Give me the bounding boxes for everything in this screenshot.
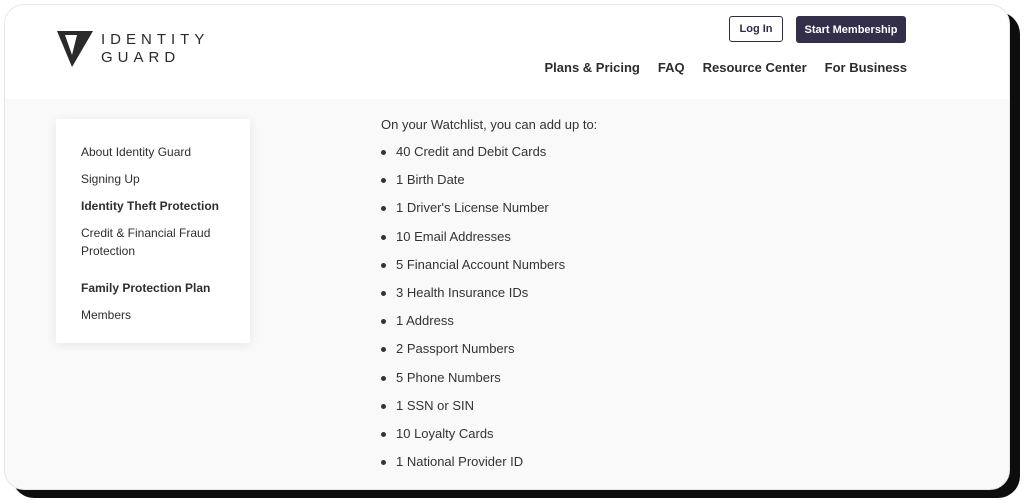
- main-content: On your Watchlist, you can add up to: 40…: [381, 117, 597, 482]
- list-item: 3 Health Insurance IDs: [381, 285, 597, 313]
- list-item: 1 Driver's License Number: [381, 200, 597, 228]
- list-item: 10 Email Addresses: [381, 229, 597, 257]
- list-item: 1 Address: [381, 313, 597, 341]
- sidebar-item-members[interactable]: Members: [81, 306, 131, 324]
- logo-text-identity: IDENTITY: [101, 31, 210, 48]
- list-item: 1 National Provider ID: [381, 454, 597, 482]
- list-item: 5 Phone Numbers: [381, 370, 597, 398]
- sidebar-item-credit-fraud-protection[interactable]: Credit & Financial Fraud Protection: [81, 224, 231, 260]
- browser-page: IDENTITY GUARD Log In Start Membership P…: [4, 4, 1010, 490]
- list-item: 1 Birth Date: [381, 172, 597, 200]
- sidebar-item-about[interactable]: About Identity Guard: [81, 143, 191, 161]
- list-item: 5 Financial Account Numbers: [381, 257, 597, 285]
- sidebar-item-identity-theft-protection[interactable]: Identity Theft Protection: [81, 197, 219, 215]
- list-item: 1 SSN or SIN: [381, 398, 597, 426]
- site-header: IDENTITY GUARD Log In Start Membership P…: [5, 5, 1009, 99]
- watchlist-intro: On your Watchlist, you can add up to:: [381, 117, 598, 132]
- log-in-button[interactable]: Log In: [729, 16, 783, 42]
- nav-plans-pricing[interactable]: Plans & Pricing: [544, 60, 639, 75]
- sidebar-item-family-protection-plan[interactable]: Family Protection Plan: [81, 279, 210, 297]
- logo-text-guard: GUARD: [101, 49, 181, 66]
- list-item: 10 Loyalty Cards: [381, 426, 597, 454]
- sidebar-item-signing-up[interactable]: Signing Up: [81, 170, 140, 188]
- sidebar-nav: About Identity Guard Signing Up Identity…: [56, 119, 250, 343]
- start-membership-button[interactable]: Start Membership: [796, 16, 906, 43]
- nav-faq[interactable]: FAQ: [658, 60, 685, 75]
- list-item: 40 Credit and Debit Cards: [381, 144, 597, 172]
- watchlist-list: 40 Credit and Debit Cards 1 Birth Date 1…: [381, 144, 597, 482]
- nav-for-business[interactable]: For Business: [825, 60, 907, 75]
- list-item: 2 Passport Numbers: [381, 341, 597, 369]
- main-nav: Plans & Pricing FAQ Resource Center For …: [544, 60, 907, 75]
- nav-resource-center[interactable]: Resource Center: [703, 60, 807, 75]
- shield-v-icon: [57, 31, 93, 67]
- identity-guard-logo[interactable]: IDENTITY GUARD: [57, 29, 227, 69]
